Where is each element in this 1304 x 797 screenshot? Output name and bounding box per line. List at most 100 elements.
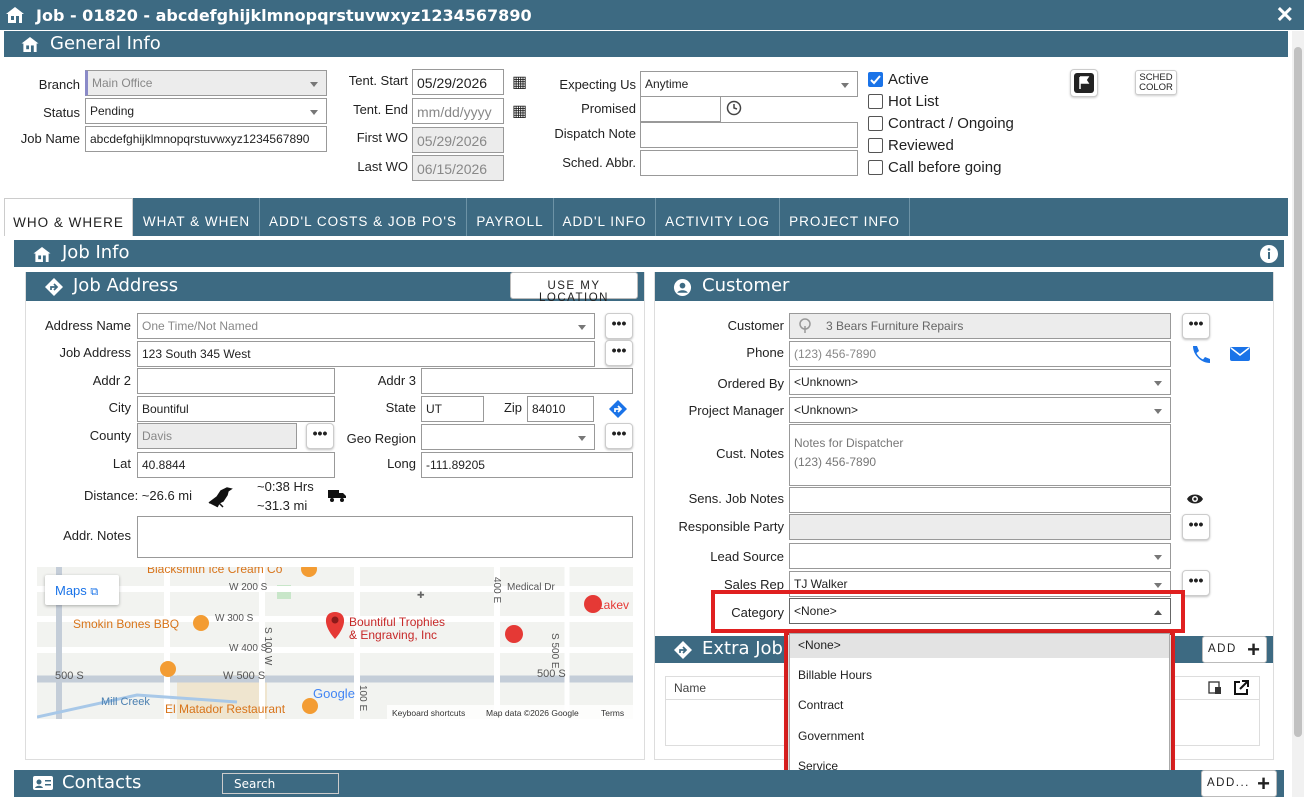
long-label: Long <box>387 456 416 471</box>
map-place-name-line1: Bountiful Trophies <box>349 615 445 629</box>
active-label: Active <box>888 71 929 88</box>
drive-distance-text: ~31.3 mi <box>257 498 308 513</box>
flag-button[interactable] <box>1070 69 1098 97</box>
zip-input[interactable]: 84010 <box>527 396 594 422</box>
category-option-government[interactable]: Government <box>790 723 1169 749</box>
category-option-contract[interactable]: Contract <box>790 692 1169 718</box>
city-input[interactable]: Bountiful <box>137 396 335 422</box>
more-icon[interactable]: ••• <box>1182 570 1210 596</box>
map-place-name-line2: & Engraving, Inc <box>349 628 437 642</box>
general-info-header: General Info <box>4 31 1288 57</box>
reviewed-checkbox[interactable] <box>868 138 883 153</box>
more-icon[interactable]: ••• <box>605 313 633 339</box>
branch-select[interactable]: Main Office <box>85 70 327 96</box>
job-address-title: Job Address <box>73 275 179 296</box>
state-input[interactable]: UT <box>421 396 484 422</box>
expecting-select[interactable]: Anytime <box>640 71 858 97</box>
customer-input[interactable]: 3 Bears Furniture Repairs <box>789 313 1171 339</box>
map-label: Medical Dr <box>507 582 555 593</box>
map-label: W 400 S <box>229 643 268 654</box>
addr-notes-label: Addr. Notes <box>63 528 131 543</box>
contract-checkbox[interactable] <box>868 116 883 131</box>
promised-input[interactable] <box>640 96 721 122</box>
map-view[interactable]: ✚ Blacksmith Ice Cream Co W 200 S W 300 … <box>37 567 633 719</box>
sens-notes-input[interactable] <box>789 487 1171 513</box>
external-link-icon[interactable] <box>1232 679 1250 697</box>
lead-source-select[interactable] <box>789 543 1171 569</box>
tent-start-input[interactable]: 05/29/2026 <box>412 69 504 95</box>
tab-addl-costs[interactable]: ADD'L COSTS & JOB PO'S <box>260 198 467 236</box>
extra-add-button[interactable]: ADD + <box>1202 636 1267 663</box>
project-manager-select[interactable]: <Unknown> <box>789 397 1171 423</box>
city-label: City <box>108 400 131 415</box>
clock-icon[interactable] <box>726 100 742 116</box>
ordered-by-label: Ordered By <box>717 376 784 391</box>
tab-project-info[interactable]: PROJECT INFO <box>780 198 910 236</box>
tab-addl-info[interactable]: ADD'L INFO <box>554 198 656 236</box>
info-icon[interactable] <box>1259 244 1279 264</box>
address-name-select[interactable]: One Time/Not Named <box>137 313 595 339</box>
tab-payroll[interactable]: PAYROLL <box>467 198 554 236</box>
more-icon[interactable]: ••• <box>306 423 334 449</box>
calendar-icon[interactable]: ▦ <box>512 101 527 121</box>
long-input[interactable]: -111.89205 <box>421 452 633 478</box>
lat-input[interactable]: 40.8844 <box>137 452 335 478</box>
cust-notes-input[interactable]: Notes for Dispatcher (123) 456-7890 <box>789 424 1171 486</box>
active-checkbox[interactable] <box>868 72 883 87</box>
geo-region-select[interactable] <box>421 424 595 450</box>
job-info-title: Job Info <box>62 242 130 263</box>
tab-what-when[interactable]: WHAT & WHEN <box>134 198 260 236</box>
tab-who-where[interactable]: WHO & WHERE <box>4 198 133 236</box>
addr3-input[interactable] <box>421 368 633 394</box>
map-label: W 500 S <box>223 670 265 682</box>
more-icon[interactable]: ••• <box>605 423 633 449</box>
more-icon[interactable]: ••• <box>1182 514 1210 540</box>
contacts-add-button[interactable]: ADD... + <box>1201 770 1277 797</box>
ordered-by-select[interactable]: <Unknown> <box>789 369 1171 395</box>
dispatch-note-input[interactable] <box>640 122 858 148</box>
responsible-party-label: Responsible Party <box>678 519 785 534</box>
maps-link[interactable]: Maps ⧉ <box>45 575 119 605</box>
call-before-checkbox[interactable] <box>868 160 883 175</box>
flag-icon <box>1074 73 1094 93</box>
phone-input[interactable]: (123) 456-7890 <box>789 341 1171 367</box>
name-column-header: Name <box>674 681 707 695</box>
more-icon[interactable]: ••• <box>1182 313 1210 339</box>
zip-label: Zip <box>503 400 522 415</box>
map-terms[interactable]: Terms <box>601 708 624 718</box>
contacts-header: Contacts Search <box>14 770 1284 797</box>
addr2-input[interactable] <box>137 368 335 394</box>
directions-icon[interactable] <box>608 399 628 419</box>
category-option-none[interactable]: <None> <box>790 634 1169 658</box>
map-keyboard-shortcuts[interactable]: Keyboard shortcuts <box>392 708 465 718</box>
category-select[interactable]: <None> <box>789 598 1171 624</box>
scrollbar-thumb[interactable] <box>1294 47 1302 737</box>
job-address-input[interactable]: 123 South 345 West <box>137 341 595 367</box>
close-icon[interactable]: ✕ <box>1276 2 1294 28</box>
reviewed-label: Reviewed <box>888 137 954 154</box>
email-icon[interactable] <box>1229 346 1251 362</box>
status-select[interactable]: Pending <box>85 98 327 124</box>
map-graphic[interactable]: ✚ Blacksmith Ice Cream Co W 200 S W 300 … <box>37 567 633 719</box>
map-label: 500 S <box>537 668 566 680</box>
sched-color-button[interactable]: SCHED COLOR <box>1135 70 1177 95</box>
sched-abbr-input[interactable] <box>640 150 858 176</box>
jobname-label: Job Name <box>20 131 80 146</box>
calendar-icon[interactable]: ▦ <box>512 72 527 92</box>
columns-icon[interactable] <box>1208 681 1222 695</box>
scrollbar[interactable] <box>1292 31 1304 797</box>
tab-activity-log[interactable]: ACTIVITY LOG <box>656 198 780 236</box>
plus-icon: + <box>1257 771 1270 796</box>
address-name-label: Address Name <box>45 318 131 333</box>
addr-notes-input[interactable] <box>137 516 633 558</box>
more-icon[interactable]: ••• <box>605 340 633 366</box>
category-option-billable-hours[interactable]: Billable Hours <box>790 662 1169 688</box>
phone-icon[interactable] <box>1190 344 1212 364</box>
house-icon <box>6 7 24 23</box>
use-my-location-button[interactable]: USE MY LOCATION <box>510 272 638 304</box>
hot-list-checkbox[interactable] <box>868 94 883 109</box>
tent-end-input[interactable]: mm/dd/yyyy <box>412 98 504 124</box>
jobname-input[interactable]: abcdefghijklmnopqrstuvwxyz1234567890 <box>85 126 327 152</box>
contacts-search-input[interactable]: Search <box>222 773 339 794</box>
eye-icon[interactable] <box>1186 492 1204 506</box>
